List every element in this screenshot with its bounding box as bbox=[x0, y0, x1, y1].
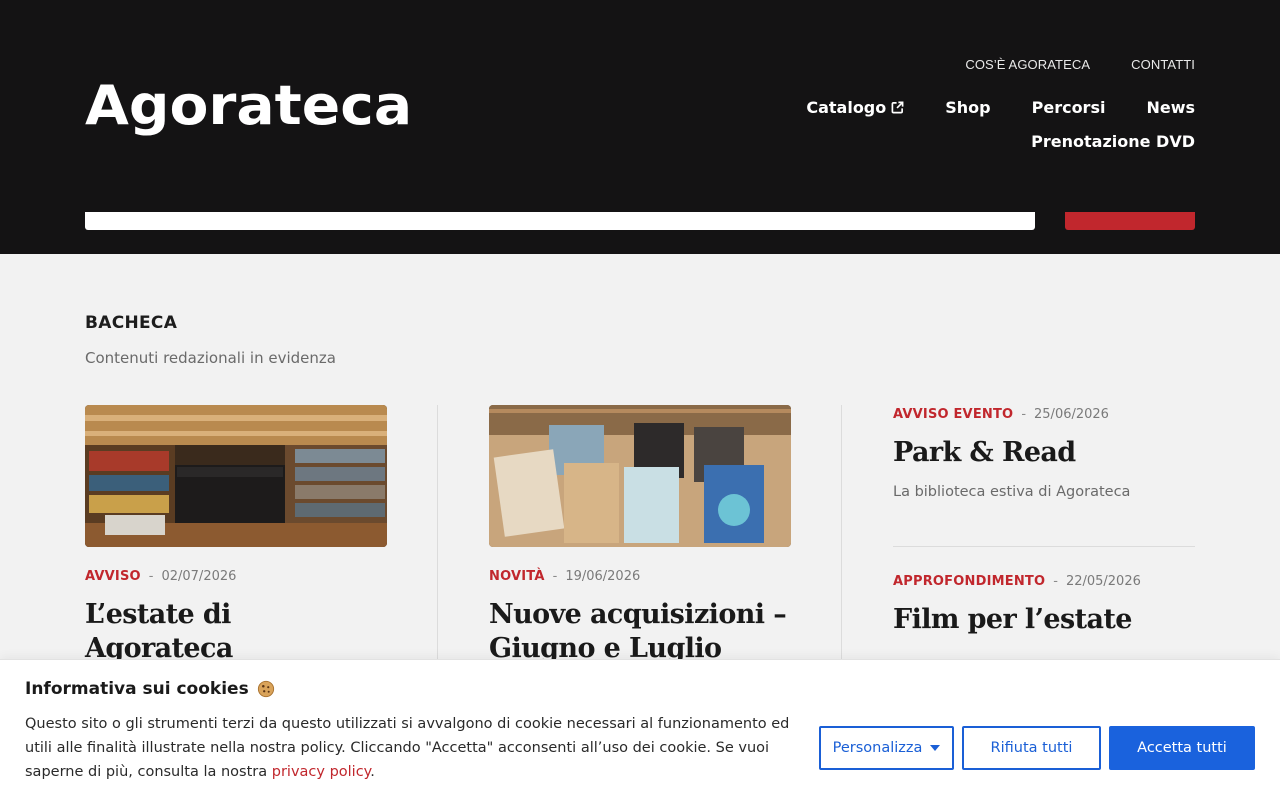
accept-all-button[interactable]: Accetta tutti bbox=[1109, 726, 1255, 770]
nav-link-about[interactable]: COS’È AGORATECA bbox=[965, 57, 1090, 72]
card-date: 19/06/2026 bbox=[565, 569, 641, 584]
dvd-covers-photo[interactable] bbox=[489, 405, 791, 547]
side-item-meta: AVVISO EVENTO - 25/06/2026 bbox=[893, 407, 1195, 422]
nav-link-percorsi[interactable]: Percorsi bbox=[1032, 98, 1106, 117]
section-subtitle: Contenuti redazionali in evidenza bbox=[85, 349, 336, 367]
search-input[interactable] bbox=[85, 212, 1035, 230]
library-interior-photo[interactable] bbox=[85, 405, 387, 547]
customize-button[interactable]: Personalizza bbox=[819, 726, 954, 770]
cookie-text-end: . bbox=[370, 764, 375, 780]
card-title[interactable]: L’estate di Agorateca bbox=[85, 598, 387, 666]
meta-separator: - bbox=[148, 569, 154, 584]
cookie-title-text: Informativa sui cookies bbox=[25, 679, 249, 699]
side-item-title[interactable]: Park & Read bbox=[893, 436, 1195, 470]
card-date: 02/07/2026 bbox=[161, 569, 237, 584]
main-nav: Catalogo Shop Percorsi News bbox=[806, 98, 1195, 117]
cookie-banner-text: Questo sito o gli strumenti terzi da que… bbox=[25, 712, 815, 784]
nav-link-shop[interactable]: Shop bbox=[945, 98, 990, 117]
cookie-banner: Informativa sui cookies Questo sito o gl… bbox=[0, 659, 1280, 800]
side-item-date: 22/05/2026 bbox=[1065, 574, 1141, 589]
cookie-icon bbox=[257, 680, 274, 698]
card-meta: NOVITÀ - 19/06/2026 bbox=[489, 569, 791, 584]
side-item-category[interactable]: AVVISO EVENTO bbox=[893, 407, 1013, 422]
nav-link-news[interactable]: News bbox=[1146, 98, 1195, 117]
column-divider bbox=[841, 405, 842, 665]
card-category[interactable]: NOVITÀ bbox=[489, 569, 545, 584]
card-meta: AVVISO - 02/07/2026 bbox=[85, 569, 387, 584]
meta-separator: - bbox=[552, 569, 558, 584]
news-card[interactable]: AVVISO - 02/07/2026 L’estate di Agoratec… bbox=[85, 405, 387, 666]
cookie-banner-title: Informativa sui cookies bbox=[25, 679, 275, 699]
caret-down-icon bbox=[930, 745, 941, 751]
section-title: BACHECA bbox=[85, 313, 178, 333]
side-news-item[interactable]: APPROFONDIMENTO - 22/05/2026 Film per l’… bbox=[893, 574, 1195, 637]
news-card[interactable]: NOVITÀ - 19/06/2026 Nuove acquisizioni –… bbox=[489, 405, 791, 700]
top-nav: COS’È AGORATECA CONTATTI bbox=[965, 57, 1195, 72]
side-item-meta: APPROFONDIMENTO - 22/05/2026 bbox=[893, 574, 1195, 589]
reject-all-button[interactable]: Rifiuta tutti bbox=[962, 726, 1101, 770]
nav-link-dvd-booking[interactable]: Prenotazione DVD bbox=[1031, 132, 1195, 151]
side-item-title[interactable]: Film per l’estate bbox=[893, 603, 1195, 637]
side-item-category[interactable]: APPROFONDIMENTO bbox=[893, 574, 1045, 589]
nav-link-contacts[interactable]: CONTATTI bbox=[1131, 57, 1195, 72]
meta-separator: - bbox=[1021, 407, 1027, 422]
customize-button-label: Personalizza bbox=[832, 740, 923, 756]
side-news-item[interactable]: AVVISO EVENTO - 25/06/2026 Park & Read L… bbox=[893, 407, 1195, 500]
column-divider bbox=[437, 405, 438, 665]
site-logo[interactable]: Agorateca bbox=[85, 74, 412, 137]
search-button[interactable] bbox=[1065, 212, 1195, 230]
site-header: Agorateca COS’È AGORATECA CONTATTI Catal… bbox=[0, 0, 1280, 254]
side-item-date: 25/06/2026 bbox=[1034, 407, 1109, 422]
meta-separator: - bbox=[1053, 574, 1058, 589]
side-item-description: La biblioteca estiva di Agorateca bbox=[893, 484, 1131, 500]
external-link-icon bbox=[891, 101, 904, 114]
card-category[interactable]: AVVISO bbox=[85, 569, 141, 584]
nav-link-catalogo[interactable]: Catalogo bbox=[806, 98, 904, 117]
side-item-divider bbox=[893, 546, 1195, 547]
nav-link-catalogo-label: Catalogo bbox=[806, 98, 887, 117]
cookie-text-body: Questo sito o gli strumenti terzi da que… bbox=[25, 716, 790, 780]
privacy-policy-link[interactable]: privacy policy bbox=[272, 764, 370, 780]
